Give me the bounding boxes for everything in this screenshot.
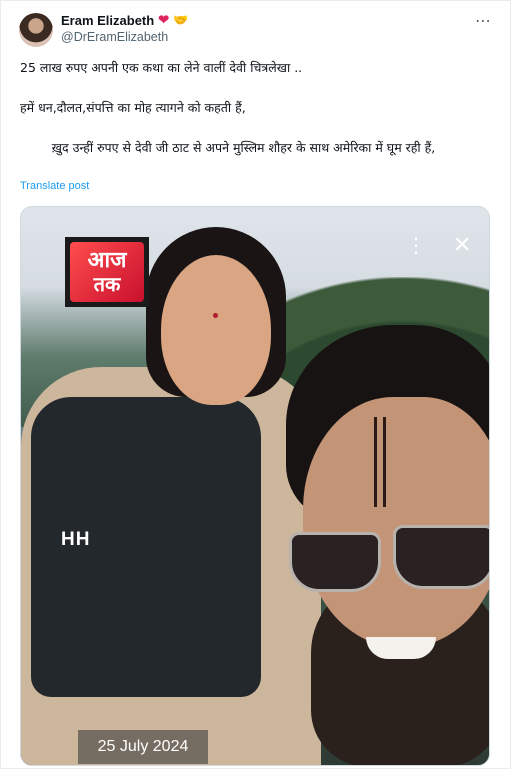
man-face <box>303 397 489 647</box>
handshake-emoji-icon: 🤝 <box>173 13 189 27</box>
tilak-mark-left <box>374 417 377 507</box>
date-badge: 25 July 2024 <box>78 730 208 764</box>
red-heart-icon: ❤ <box>158 12 170 27</box>
vertical-more-icon[interactable]: ⋮ <box>406 235 426 255</box>
author-name[interactable]: Eram Elizabeth <box>61 13 154 28</box>
woman-face <box>161 255 271 405</box>
more-options-icon[interactable]: ⋯ <box>475 11 492 30</box>
logo-line-2: तक <box>93 272 121 296</box>
post-text-line-3: ख़ुद उन्हीं रुपए से देवी जी ठाट से अपने … <box>20 140 436 155</box>
logo-line-1: आज <box>87 248 127 273</box>
bindi <box>213 313 218 318</box>
translate-post-link[interactable]: Translate post <box>20 180 89 192</box>
author-handle[interactable]: @DrEramElizabeth <box>61 30 168 44</box>
post-image[interactable]: HH आज तक ⋮ ✕ 25 July 2024 <box>20 206 490 766</box>
tweet-card: Eram Elizabeth ❤ 🤝 @DrEramElizabeth ⋯ 25… <box>0 0 511 769</box>
author-name-row[interactable]: Eram Elizabeth ❤ 🤝 <box>61 12 188 28</box>
vest-logo-text: HH <box>61 529 91 550</box>
sunglasses-left-lens <box>289 532 381 592</box>
aaj-tak-logo: आज तक <box>65 237 149 307</box>
smile <box>366 637 436 659</box>
avatar[interactable] <box>19 13 53 47</box>
sunglasses-right-lens <box>393 525 489 589</box>
tilak-mark-right <box>383 417 386 507</box>
close-icon[interactable]: ✕ <box>453 235 471 257</box>
post-text-line-1: 25 लाख रुपए अपनी एक कथा का लेने वालीं दे… <box>20 60 303 75</box>
post-text-line-2: हमें धन,दौलत,संपत्ति का मोह त्यागने को क… <box>20 100 246 115</box>
